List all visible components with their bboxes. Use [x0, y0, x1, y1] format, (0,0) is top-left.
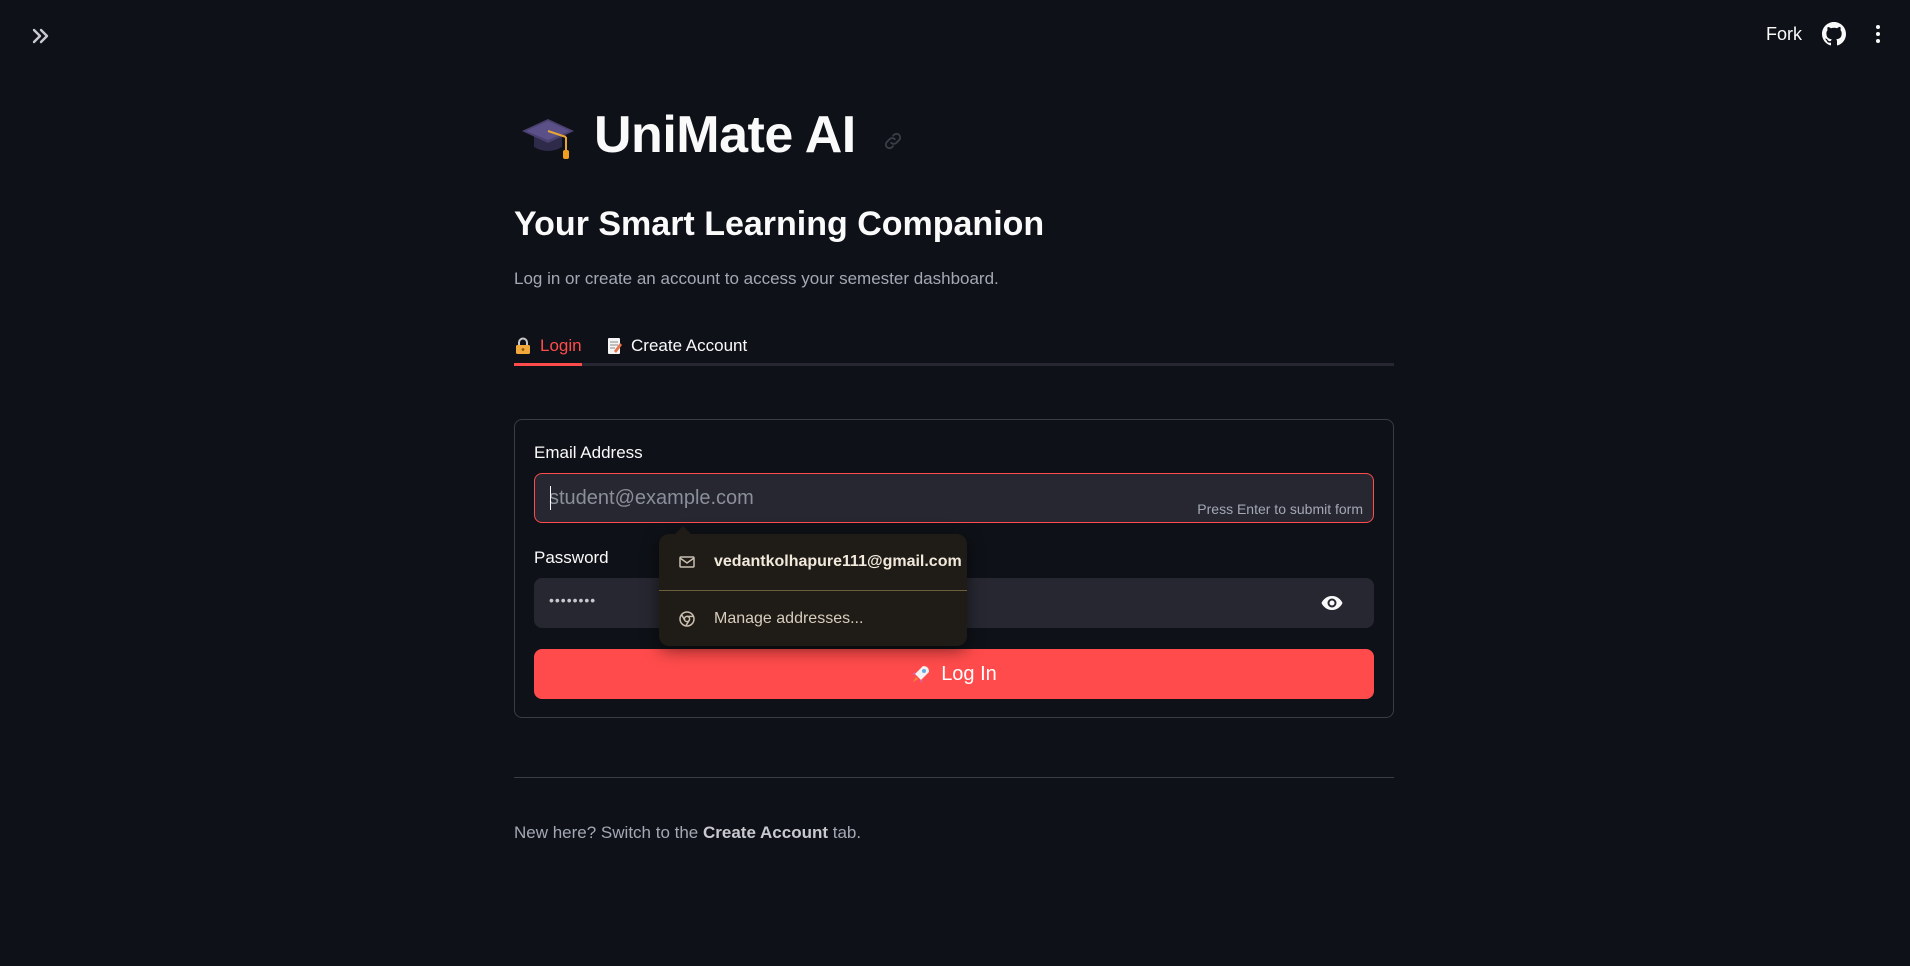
autofill-suggestion-email: vedantkolhapure111@gmail.com	[714, 553, 962, 570]
autofill-suggestion[interactable]: vedantkolhapure111@gmail.com	[659, 534, 967, 590]
submit-hint: Press Enter to submit form	[1197, 501, 1363, 517]
memo-icon	[608, 337, 622, 354]
tab-create-account[interactable]: Create Account	[605, 328, 747, 363]
mail-icon	[679, 556, 695, 568]
tab-login-label: Login	[540, 335, 582, 355]
email-label: Email Address	[534, 443, 643, 462]
password-masked-value: ••••••••	[549, 592, 597, 608]
top-bar: Fork	[0, 0, 1910, 70]
kebab-menu-icon[interactable]	[1866, 22, 1890, 46]
password-label: Password	[534, 548, 609, 567]
tab-create-account-label: Create Account	[631, 335, 748, 355]
login-button-label: Log In	[941, 662, 997, 685]
graduation-cap-icon	[522, 119, 574, 159]
github-icon[interactable]	[1822, 22, 1846, 46]
lock-icon	[516, 337, 530, 354]
page-caption: Log in or create an account to access yo…	[514, 269, 999, 288]
eye-icon[interactable]	[1320, 591, 1344, 615]
footer-create-account-link: Create Account	[703, 823, 829, 842]
tab-list: Login Create Account	[514, 322, 1394, 366]
manage-addresses-label: Manage addresses...	[714, 609, 864, 627]
top-right-actions: Fork	[1766, 22, 1890, 46]
app-title: UniMate AI	[594, 106, 856, 164]
tab-login[interactable]: Login	[514, 328, 582, 366]
divider	[514, 777, 1394, 778]
footer-note: New here? Switch to the Create Account t…	[514, 823, 861, 843]
email-field[interactable]	[549, 474, 1149, 522]
footer-prefix: New here? Switch to the	[514, 823, 699, 842]
text-caret	[550, 486, 551, 510]
rocket-icon	[912, 666, 930, 683]
page-subtitle: Your Smart Learning Companion	[514, 205, 1045, 243]
link-anchor-icon[interactable]	[882, 130, 904, 152]
footer-suffix: tab.	[832, 823, 862, 842]
title-row: UniMate AI	[520, 105, 904, 165]
chrome-icon	[679, 610, 695, 627]
login-button[interactable]: Log In	[534, 649, 1374, 699]
manage-addresses-item[interactable]: Manage addresses...	[659, 591, 967, 646]
email-field-container: Press Enter to submit form	[534, 473, 1374, 523]
double-chevron-right-icon[interactable]	[28, 24, 52, 48]
fork-link[interactable]: Fork	[1766, 24, 1802, 45]
autofill-popup: vedantkolhapure111@gmail.com Manage addr…	[659, 526, 967, 646]
